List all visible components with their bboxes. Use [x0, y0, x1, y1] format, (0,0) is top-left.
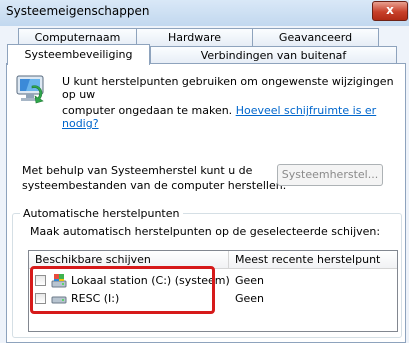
tab-hardware[interactable]: Hardware	[136, 28, 253, 46]
window-title: Systeemeigenschappen	[6, 4, 150, 18]
highlight-annotation	[30, 266, 215, 314]
system-restore-button[interactable]: Systeemherstel...	[277, 164, 383, 186]
restore-text: Met behulp van Systeemherstel kunt u de …	[22, 164, 287, 192]
tab-verbindingen[interactable]: Verbindingen van buitenaf	[150, 46, 397, 64]
tab-geavanceerd[interactable]: Geavanceerd	[252, 28, 379, 46]
system-protection-icon	[16, 75, 44, 104]
close-button[interactable]: x	[372, 1, 408, 21]
close-icon: x	[386, 3, 394, 17]
title-bar: Systeemeigenschappen x	[0, 0, 409, 26]
drive-recent: Geen	[235, 274, 265, 287]
group-title: Automatische herstelpunten	[20, 207, 183, 220]
intro-text: U kunt herstelpunten gebruiken om ongewe…	[62, 75, 394, 130]
tab-systeembeveiliging[interactable]: Systeembeveiliging	[7, 44, 150, 65]
column-recent[interactable]: Meest recente herstelpunt	[229, 251, 397, 269]
auto-description: Maak automatisch herstelpunten op de ges…	[30, 225, 381, 238]
drive-recent: Geen	[235, 292, 265, 305]
